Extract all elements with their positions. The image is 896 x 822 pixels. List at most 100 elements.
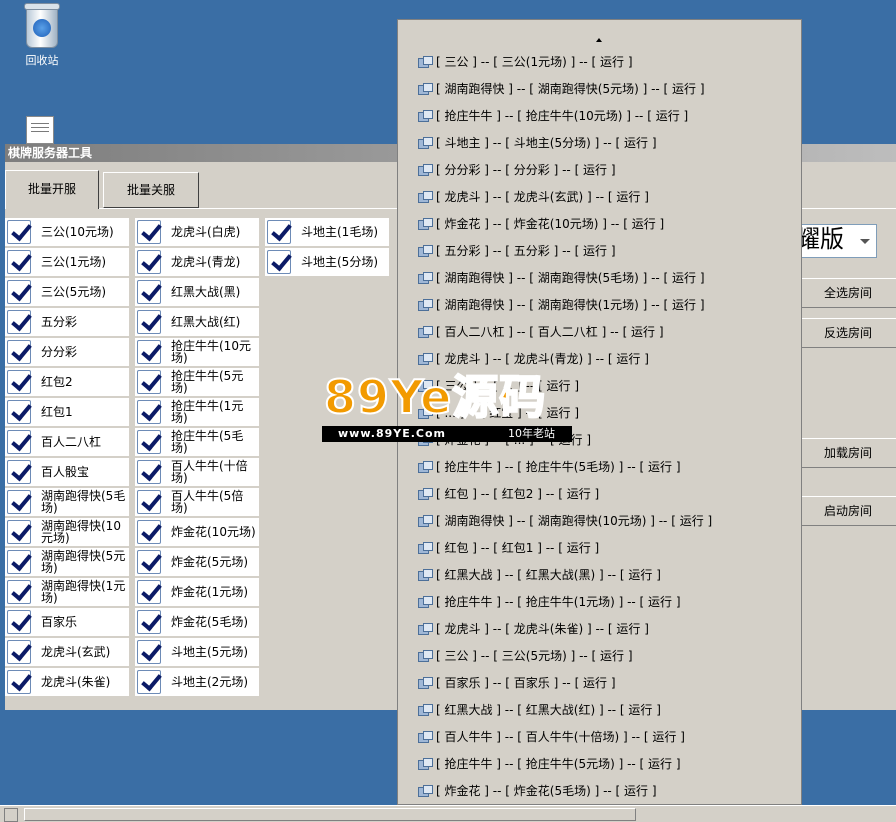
running-room-row[interactable]: [ 炸金花 ] -- [ 炸金花(10元场) ] -- [ 运行 ] bbox=[418, 215, 664, 233]
room-checkbox-item[interactable]: 百人二八杠 bbox=[5, 428, 130, 457]
scrollbar-thumb[interactable] bbox=[24, 808, 636, 821]
checkbox-checked-icon[interactable] bbox=[7, 550, 31, 574]
room-checkbox-item[interactable]: 分分彩 bbox=[5, 338, 130, 367]
running-room-row[interactable]: [ 分分彩 ] -- [ 分分彩 ] -- [ 运行 ] bbox=[418, 161, 616, 179]
checkbox-checked-icon[interactable] bbox=[7, 220, 31, 244]
running-room-row[interactable]: [ 红黑大战 ] -- [ 红黑大战(红) ] -- [ 运行 ] bbox=[418, 701, 661, 719]
checkbox-checked-icon[interactable] bbox=[7, 580, 31, 604]
room-checkbox-item[interactable]: 龙虎斗(玄武) bbox=[5, 638, 130, 667]
running-room-row[interactable]: [ 龙虎斗 ] -- [ 龙虎斗(玄武) ] -- [ 运行 ] bbox=[418, 188, 649, 206]
room-checkbox-item[interactable]: 红包1 bbox=[5, 398, 130, 427]
checkbox-checked-icon[interactable] bbox=[267, 250, 291, 274]
running-room-row[interactable]: [ 龙虎斗 ] -- [ 龙虎斗(朱雀) ] -- [ 运行 ] bbox=[418, 620, 649, 638]
room-checkbox-item[interactable]: 抢庄牛牛(5元场) bbox=[135, 368, 260, 397]
room-checkbox-item[interactable]: 三公(1元场) bbox=[5, 248, 130, 277]
room-checkbox-item[interactable]: 百人骰宝 bbox=[5, 458, 130, 487]
running-room-row[interactable]: [ 五分彩 ] -- [ 五分彩 ] -- [ 运行 ] bbox=[418, 242, 616, 260]
checkbox-checked-icon[interactable] bbox=[7, 490, 31, 514]
running-room-row[interactable]: [ 百人牛牛 ] -- [ 百人牛牛(十倍场) ] -- [ 运行 ] bbox=[418, 728, 685, 746]
room-checkbox-item[interactable]: 红黑大战(黑) bbox=[135, 278, 260, 307]
checkbox-checked-icon[interactable] bbox=[137, 640, 161, 664]
checkbox-checked-icon[interactable] bbox=[267, 220, 291, 244]
room-checkbox-item[interactable]: 龙虎斗(青龙) bbox=[135, 248, 260, 277]
room-checkbox-item[interactable]: 百家乐 bbox=[5, 608, 130, 637]
running-room-row[interactable]: [ 红包 ] -- [ 红包1 ] -- [ 运行 ] bbox=[418, 539, 599, 557]
scroll-up-icon[interactable] bbox=[596, 38, 602, 42]
room-checkbox-item[interactable]: 红黑大战(红) bbox=[135, 308, 260, 337]
room-checkbox-item[interactable]: 炸金花(1元场) bbox=[135, 578, 260, 607]
checkbox-checked-icon[interactable] bbox=[7, 640, 31, 664]
load-rooms-button[interactable]: 加载房间 bbox=[800, 438, 896, 468]
room-checkbox-item[interactable]: 抢庄牛牛(5毛场) bbox=[135, 428, 260, 457]
room-checkbox-item[interactable]: 三公(5元场) bbox=[5, 278, 130, 307]
room-checkbox-item[interactable]: 五分彩 bbox=[5, 308, 130, 337]
running-room-row[interactable]: [ 湖南跑得快 ] -- [ 湖南跑得快(1元场) ] -- [ 运行 ] bbox=[418, 296, 705, 314]
room-checkbox-item[interactable]: 湖南跑得快(5毛场) bbox=[5, 488, 130, 517]
checkbox-checked-icon[interactable] bbox=[7, 610, 31, 634]
room-checkbox-item[interactable]: 百人牛牛(十倍场) bbox=[135, 458, 260, 487]
recycle-bin-icon[interactable]: 回收站 bbox=[18, 3, 66, 68]
room-checkbox-item[interactable]: 斗地主(2元场) bbox=[135, 668, 260, 697]
checkbox-checked-icon[interactable] bbox=[7, 460, 31, 484]
room-checkbox-item[interactable]: 红包2 bbox=[5, 368, 130, 397]
room-checkbox-item[interactable]: 湖南跑得快(5元场) bbox=[5, 548, 130, 577]
select-all-button[interactable]: 全选房间 bbox=[800, 278, 896, 308]
room-checkbox-item[interactable]: 炸金花(5毛场) bbox=[135, 608, 260, 637]
running-room-row[interactable]: [ 抢庄牛牛 ] -- [ 抢庄牛牛(5毛场) ] -- [ 运行 ] bbox=[418, 458, 681, 476]
running-room-row[interactable]: [ 百人二八杠 ] -- [ 百人二八杠 ] -- [ 运行 ] bbox=[418, 323, 664, 341]
start-rooms-button[interactable]: 启动房间 bbox=[800, 496, 896, 526]
checkbox-checked-icon[interactable] bbox=[137, 400, 161, 424]
running-room-row[interactable]: [ 百家乐 ] -- [ 百家乐 ] -- [ 运行 ] bbox=[418, 674, 616, 692]
checkbox-checked-icon[interactable] bbox=[7, 310, 31, 334]
checkbox-checked-icon[interactable] bbox=[7, 250, 31, 274]
checkbox-checked-icon[interactable] bbox=[137, 610, 161, 634]
running-room-row[interactable]: [ 湖南跑得快 ] -- [ 湖南跑得快(5毛场) ] -- [ 运行 ] bbox=[418, 269, 705, 287]
running-room-row[interactable]: [ 龙虎斗 ] -- [ 龙虎斗(青龙) ] -- [ 运行 ] bbox=[418, 350, 649, 368]
room-checkbox-item[interactable]: 龙虎斗(朱雀) bbox=[5, 668, 130, 697]
checkbox-checked-icon[interactable] bbox=[7, 340, 31, 364]
running-room-row[interactable]: [ 炸金花 ] -- [ 炸金花(5毛场) ] -- [ 运行 ] bbox=[418, 782, 657, 800]
running-room-row[interactable]: [ 湖南跑得快 ] -- [ 湖南跑得快(10元场) ] -- [ 运行 ] bbox=[418, 512, 712, 530]
checkbox-checked-icon[interactable] bbox=[137, 580, 161, 604]
checkbox-checked-icon[interactable] bbox=[137, 250, 161, 274]
tab-batch-open[interactable]: 批量开服 bbox=[5, 170, 99, 209]
checkbox-checked-icon[interactable] bbox=[137, 460, 161, 484]
room-checkbox-item[interactable]: 炸金花(10元场) bbox=[135, 518, 260, 547]
checkbox-checked-icon[interactable] bbox=[137, 670, 161, 694]
running-room-row[interactable]: [ 斗地主 ] -- [ 斗地主(5分场) ] -- [ 运行 ] bbox=[418, 134, 657, 152]
document-icon[interactable] bbox=[26, 116, 56, 144]
tab-batch-close[interactable]: 批量关服 bbox=[103, 172, 199, 208]
room-checkbox-item[interactable]: 炸金花(5元场) bbox=[135, 548, 260, 577]
running-room-row[interactable]: [ 红黑大战 ] -- [ 红黑大战(黑) ] -- [ 运行 ] bbox=[418, 566, 661, 584]
horizontal-scrollbar[interactable] bbox=[0, 805, 896, 822]
room-checkbox-item[interactable]: 斗地主(5分场) bbox=[265, 248, 390, 277]
checkbox-checked-icon[interactable] bbox=[137, 370, 161, 394]
running-room-row[interactable]: [ 三公 ] -- [ 三公(1元场) ] -- [ 运行 ] bbox=[418, 53, 633, 71]
checkbox-checked-icon[interactable] bbox=[7, 370, 31, 394]
checkbox-checked-icon[interactable] bbox=[7, 280, 31, 304]
checkbox-checked-icon[interactable] bbox=[137, 520, 161, 544]
checkbox-checked-icon[interactable] bbox=[137, 490, 161, 514]
room-checkbox-item[interactable]: 三公(10元场) bbox=[5, 218, 130, 247]
room-checkbox-item[interactable]: 湖南跑得快(1元场) bbox=[5, 578, 130, 607]
room-checkbox-item[interactable]: 斗地主(5元场) bbox=[135, 638, 260, 667]
invert-selection-button[interactable]: 反选房间 bbox=[800, 318, 896, 348]
running-room-row[interactable]: [ 湖南跑得快 ] -- [ 湖南跑得快(5元场) ] -- [ 运行 ] bbox=[418, 80, 705, 98]
scroll-left-icon[interactable] bbox=[4, 808, 18, 822]
room-checkbox-item[interactable]: 抢庄牛牛(10元场) bbox=[135, 338, 260, 367]
version-combo[interactable]: 耀版 bbox=[797, 224, 877, 258]
running-room-row[interactable]: [ 红包 ] -- [ 红包2 ] -- [ 运行 ] bbox=[418, 485, 599, 503]
checkbox-checked-icon[interactable] bbox=[137, 220, 161, 244]
checkbox-checked-icon[interactable] bbox=[137, 310, 161, 334]
room-checkbox-item[interactable]: 湖南跑得快(10元场) bbox=[5, 518, 130, 547]
room-checkbox-item[interactable]: 抢庄牛牛(1元场) bbox=[135, 398, 260, 427]
running-room-row[interactable]: [ 抢庄牛牛 ] -- [ 抢庄牛牛(1元场) ] -- [ 运行 ] bbox=[418, 593, 681, 611]
room-checkbox-item[interactable]: 百人牛牛(5倍场) bbox=[135, 488, 260, 517]
checkbox-checked-icon[interactable] bbox=[7, 520, 31, 544]
checkbox-checked-icon[interactable] bbox=[7, 400, 31, 424]
checkbox-checked-icon[interactable] bbox=[137, 280, 161, 304]
running-room-row[interactable]: [ 抢庄牛牛 ] -- [ 抢庄牛牛(10元场) ] -- [ 运行 ] bbox=[418, 107, 688, 125]
checkbox-checked-icon[interactable] bbox=[7, 670, 31, 694]
checkbox-checked-icon[interactable] bbox=[137, 550, 161, 574]
room-checkbox-item[interactable]: 斗地主(1毛场) bbox=[265, 218, 390, 247]
